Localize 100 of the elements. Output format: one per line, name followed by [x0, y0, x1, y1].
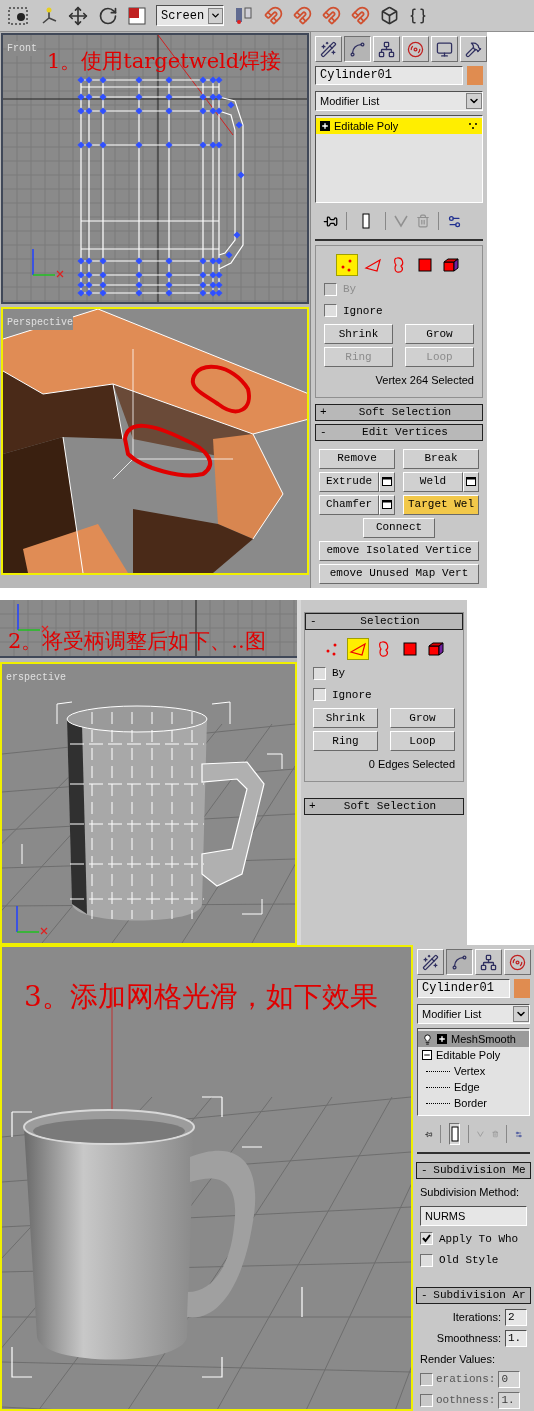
field-label: Smoothness:	[436, 1330, 501, 1346]
configure-icon[interactable]	[447, 213, 462, 229]
loop-border-icon	[378, 640, 390, 659]
selection-status: Vertex 264 Selected	[374, 373, 474, 388]
stack-item[interactable]: MeshSmooth	[418, 1031, 529, 1048]
checkbox[interactable]	[324, 304, 337, 318]
tool-button[interactable]: Shrink	[313, 708, 378, 729]
number-field[interactable]: 2	[505, 1308, 527, 1326]
modifier-list-dropdown[interactable]: Modifier List	[315, 91, 483, 111]
pivot-icon[interactable]	[234, 5, 255, 26]
magnet-icon[interactable]	[322, 6, 342, 25]
axis-icon	[32, 248, 64, 278]
checkbox[interactable]	[313, 688, 326, 702]
box-icon[interactable]	[380, 6, 400, 25]
tool-button[interactable]: emove Unused Map Vert	[319, 563, 479, 584]
field-label: Iterations:	[452, 1309, 501, 1325]
field-label: Subdivision Method:	[419, 1185, 521, 1201]
braces-icon[interactable]	[409, 6, 428, 25]
select-region-icon[interactable]	[8, 5, 30, 26]
checkbox-label: erations:	[436, 1372, 496, 1388]
step-caption: 1。使用targetweld焊接	[47, 51, 282, 72]
triangle-edge-icon	[364, 256, 382, 274]
rollout-header[interactable]: - Subdivision Ar	[416, 1286, 531, 1304]
object-color-swatch[interactable]	[467, 66, 483, 85]
settings-button[interactable]	[463, 471, 479, 492]
move-icon[interactable]	[68, 5, 88, 26]
rotate-icon[interactable]	[98, 5, 118, 26]
object-color-swatch[interactable]	[514, 979, 530, 999]
checkbox[interactable]	[420, 1232, 433, 1246]
command-tab[interactable]	[446, 949, 473, 976]
tool-button[interactable]: Break	[403, 448, 479, 469]
select-link-icon[interactable]	[40, 5, 58, 26]
curve-icon	[451, 953, 468, 971]
window-icon	[466, 477, 476, 486]
curve-icon	[349, 40, 366, 58]
scale-icon[interactable]	[128, 6, 146, 25]
vertex-dots-icon	[468, 122, 478, 130]
wheel-icon	[509, 953, 526, 971]
axis-icon	[17, 603, 49, 633]
cube-icon	[443, 258, 459, 272]
tool-button[interactable]: Grow	[405, 324, 474, 344]
window-icon	[382, 500, 392, 509]
tool-button[interactable]: Chamfer	[319, 494, 379, 515]
stack-item[interactable]: Editable Poly	[316, 118, 482, 134]
checkbox-label: oothness:	[436, 1393, 496, 1409]
window-icon	[382, 477, 392, 486]
step-caption: 2。将受柄调整后如下、..图	[8, 631, 266, 653]
modifier-list-dropdown[interactable]: Modifier List	[417, 1004, 530, 1025]
stack-subitem[interactable]: Border	[418, 1095, 529, 1112]
rollout-header[interactable]: - Subdivision Me	[416, 1162, 531, 1180]
lightbulb-icon	[422, 1033, 433, 1045]
magnet-icon[interactable]	[351, 6, 371, 25]
object-name-field[interactable]: Cylinder01	[417, 979, 510, 999]
magnet-icon[interactable]	[293, 6, 313, 25]
square-icon	[403, 642, 417, 657]
square-icon	[418, 258, 432, 272]
settings-button[interactable]	[379, 494, 395, 515]
pin-icon[interactable]	[323, 213, 338, 229]
tool-button[interactable]: Grow	[390, 708, 455, 729]
show-end-result-button[interactable]	[448, 1123, 461, 1146]
pipe-icon	[450, 1126, 459, 1143]
cube-icon	[428, 642, 444, 657]
wand-icon	[320, 40, 337, 58]
viewport-label: Front	[7, 41, 37, 56]
settings-button[interactable]	[379, 471, 395, 492]
reference-coordinate-dropdown[interactable]: Screen	[156, 5, 225, 26]
axis-icon	[16, 905, 48, 935]
hierarchy-icon	[480, 953, 497, 971]
checkbox-label: By	[343, 282, 357, 297]
magnet-icon[interactable]	[264, 6, 284, 25]
command-tab[interactable]	[344, 36, 371, 62]
tool-button[interactable]: Extrude	[319, 471, 379, 492]
checkbox-label: Old Style	[439, 1253, 499, 1269]
tool-button[interactable]: Remove	[319, 448, 395, 469]
rollout-header[interactable]: - Selection	[305, 613, 463, 631]
method-dropdown[interactable]: NURMS	[420, 1205, 527, 1226]
checkbox-label: Apply To Who	[439, 1231, 519, 1247]
tool-button[interactable]: Shrink	[324, 324, 393, 344]
tool-button[interactable]: Ring	[313, 731, 378, 752]
tool-button[interactable]: Target Wel	[403, 494, 479, 515]
stack-subitem[interactable]: Vertex	[418, 1063, 529, 1080]
expand-icon	[438, 1035, 446, 1044]
tool-button[interactable]: Loop	[390, 731, 455, 752]
object-name-field[interactable]: Cylinder01	[315, 66, 463, 85]
tool-button[interactable]: Connect	[363, 517, 435, 538]
number-field[interactable]: 1.	[505, 1329, 527, 1347]
checkbox-label: Ignore	[343, 303, 383, 319]
checkbox[interactable]	[420, 1253, 433, 1267]
stack-item[interactable]: Editable Poly	[418, 1047, 529, 1064]
tool-button[interactable]: emove Isolated Vertice	[319, 540, 479, 561]
checkbox[interactable]	[313, 666, 326, 680]
hierarchy-icon	[378, 40, 395, 58]
expand-icon	[321, 122, 329, 130]
triangle-edge-icon	[349, 640, 367, 659]
tool-button[interactable]: Weld	[403, 471, 463, 492]
stack-subitem[interactable]: Edge	[418, 1079, 529, 1096]
rollout-header[interactable]: - Edit Vertices	[315, 423, 483, 441]
monitor-icon	[436, 40, 453, 58]
rollout-header[interactable]: + Soft Selection	[304, 797, 464, 815]
rollout-header[interactable]: + Soft Selection	[315, 403, 483, 421]
